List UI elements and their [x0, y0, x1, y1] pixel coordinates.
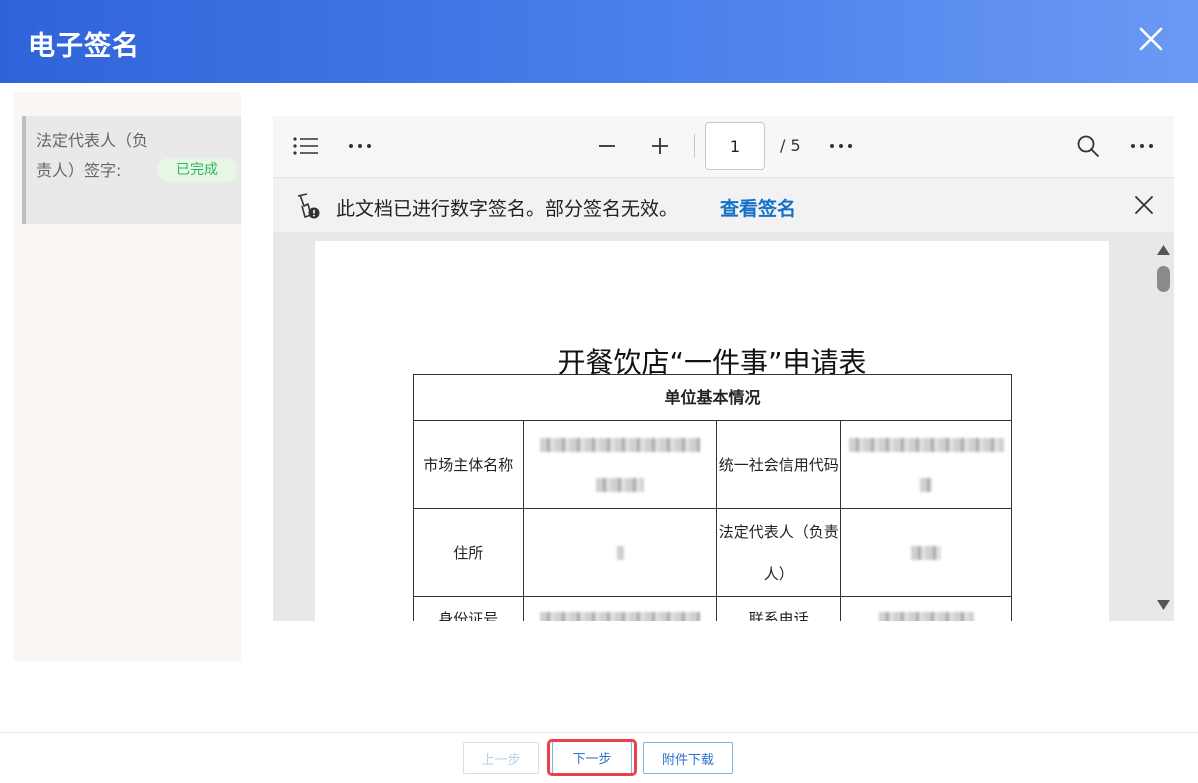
viewer-toolbar: / 5: [273, 116, 1174, 177]
outline-button[interactable]: [288, 128, 324, 164]
status-badge: 已完成: [157, 158, 237, 182]
form-label: 市场主体名称: [413, 420, 524, 509]
form-label: 住所: [413, 508, 524, 597]
zoom-in-icon: [652, 138, 668, 154]
dialog-title: 电子签名: [28, 31, 140, 62]
form-value-redacted: [840, 420, 1012, 509]
form-value-redacted: [522, 420, 718, 509]
form-value-redacted: [840, 508, 1012, 597]
more-options-right-button[interactable]: [1124, 128, 1160, 164]
form-label: 法定代表人（负责人）: [716, 508, 842, 597]
table-row: 住所 法定代表人（负责人）: [413, 508, 1012, 597]
signature-status-text: 此文档已进行数字签名。部分签名无效。: [336, 198, 679, 220]
sidebar: 法定代表人（负责人）签字: 已完成: [14, 92, 241, 661]
page-number-input[interactable]: [705, 122, 765, 170]
dialog-header: 电子签名: [0, 0, 1198, 83]
application-form-table: 单位基本情况 市场主体名称 统一社会信用代码 住所 法定代表人（负责人） 身份证…: [413, 374, 1012, 621]
form-value-redacted: [522, 508, 718, 597]
document-page: 开餐饮店“一件事”申请表 单位基本情况 市场主体名称 统一社会信用代码 住所 法…: [315, 241, 1109, 621]
more-icon: [1131, 144, 1153, 148]
form-label: 联系电话: [716, 596, 842, 621]
more-options-left-button[interactable]: [342, 128, 378, 164]
form-value-redacted: [522, 596, 718, 621]
zoom-in-button[interactable]: [642, 128, 678, 164]
search-icon: [1077, 135, 1099, 157]
sidebar-item-label: 法定代表人（负责人）签字:: [36, 131, 149, 180]
document-area[interactable]: 开餐饮店“一件事”申请表 单位基本情况 市场主体名称 统一社会信用代码 住所 法…: [273, 232, 1174, 621]
more-icon: [349, 144, 371, 148]
close-icon: [1135, 196, 1153, 214]
signature-banner: 此文档已进行数字签名。部分签名无效。 查看签名: [273, 177, 1174, 232]
toolbar-divider: [694, 134, 695, 158]
more-icon: [830, 144, 852, 148]
signature-pen-icon: [297, 193, 320, 219]
table-row: 身份证号 联系电话: [413, 596, 1012, 621]
form-value-redacted: [840, 596, 1012, 621]
document-scrollbar[interactable]: [1153, 232, 1174, 621]
scrollbar-track: [1157, 245, 1170, 610]
zoom-out-icon: [599, 145, 615, 147]
more-options-center-button[interactable]: [823, 128, 859, 164]
sidebar-item-legal-representative[interactable]: 法定代表人（负责人）签字: 已完成: [22, 116, 241, 224]
dialog-footer: 上一步 下一步 附件下载: [0, 732, 1198, 783]
pdf-viewer: / 5 此文档已进行数字签名。部分签名无效。 查看签名: [273, 116, 1174, 621]
list-icon: [293, 137, 318, 155]
next-step-button[interactable]: 下一步: [552, 741, 632, 774]
scroll-thumb: [1157, 266, 1170, 292]
previous-step-button[interactable]: 上一步: [463, 742, 539, 774]
section-header: 单位基本情况: [413, 374, 1012, 421]
attachment-download-button[interactable]: 附件下载: [643, 742, 733, 774]
close-button[interactable]: [1134, 22, 1168, 56]
table-row: 市场主体名称 统一社会信用代码: [413, 420, 1012, 509]
close-icon: [1139, 27, 1163, 51]
form-label: 统一社会信用代码: [716, 420, 842, 509]
view-signatures-link[interactable]: 查看签名: [720, 194, 796, 221]
zoom-out-button[interactable]: [589, 128, 625, 164]
page-total: / 5: [780, 136, 801, 155]
close-banner-button[interactable]: [1132, 193, 1156, 217]
scroll-up-arrow-icon: [1157, 245, 1170, 255]
form-label: 身份证号: [413, 596, 524, 621]
search-button[interactable]: [1070, 128, 1106, 164]
scroll-down-arrow-icon: [1157, 600, 1170, 610]
